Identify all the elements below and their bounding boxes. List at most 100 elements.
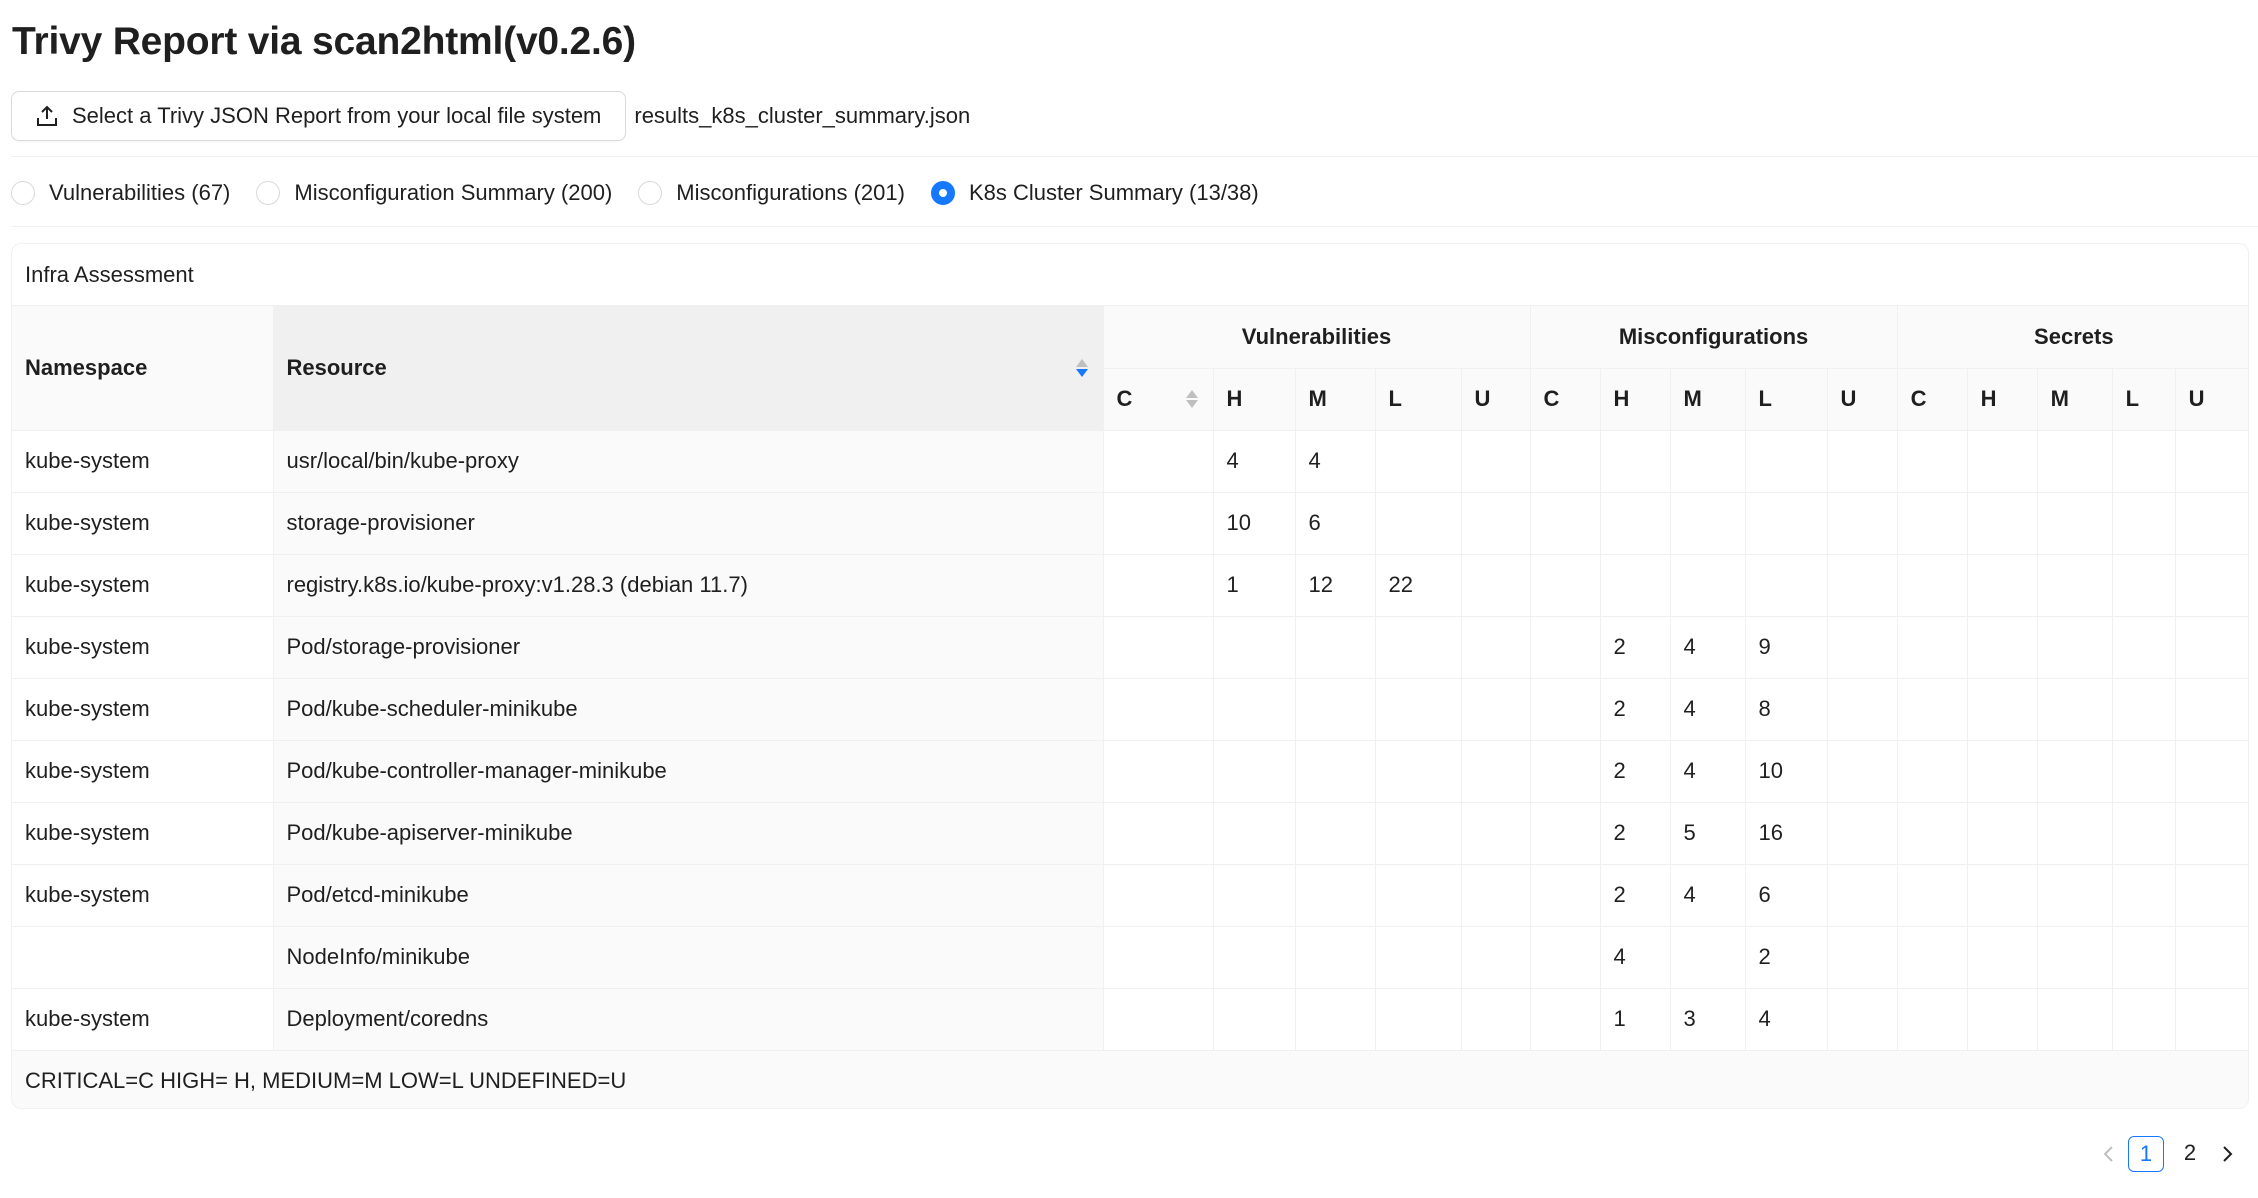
cell-count [1295, 988, 1376, 1051]
column-header-severity: U [1827, 368, 1898, 431]
radio-button[interactable] [11, 181, 35, 205]
cell-count [1600, 554, 1671, 617]
cell-count [1827, 802, 1898, 865]
cell-count: 16 [1745, 802, 1828, 865]
tab-k8s-cluster-summary[interactable]: K8s Cluster Summary (13/38) [930, 180, 1259, 206]
tab-vulnerabilities[interactable]: Vulnerabilities (67) [11, 180, 230, 206]
cell-count [1103, 864, 1214, 927]
cell-count [1967, 802, 2038, 865]
cell-count: 1 [1600, 988, 1671, 1051]
cell-namespace: kube-system [12, 616, 274, 679]
cell-count [1827, 616, 1898, 679]
radio-button[interactable] [638, 181, 663, 205]
cell-count: 6 [1745, 864, 1828, 927]
column-header-severity[interactable]: C [1103, 368, 1214, 431]
cell-resource: NodeInfo/minikube [273, 926, 1104, 989]
cell-namespace: kube-system [12, 740, 274, 803]
cell-count: 4 [1213, 430, 1296, 493]
tab-misconfiguration-summary[interactable]: Misconfiguration Summary (200) [256, 180, 612, 206]
cell-resource: Pod/storage-provisioner [273, 616, 1104, 679]
cell-count [1213, 864, 1296, 927]
cell-count [1461, 492, 1531, 555]
cell-count [1745, 554, 1828, 617]
cell-count [1530, 616, 1601, 679]
cell-count [1461, 430, 1531, 493]
cell-count [2112, 678, 2176, 741]
column-header-severity: L [1375, 368, 1462, 431]
cell-count [1827, 492, 1898, 555]
cell-count [1103, 740, 1214, 803]
chevron-right-icon[interactable] [2212, 1136, 2242, 1172]
cell-count [2175, 740, 2248, 803]
tab-misconfigurations[interactable]: Misconfigurations (201) [638, 180, 905, 206]
cell-count [1213, 678, 1296, 741]
cell-count [1897, 430, 1968, 493]
cell-count: 4 [1670, 864, 1746, 927]
group-label: Vulnerabilities [1241, 323, 1392, 349]
column-group-misconfigurations: Misconfigurations [1530, 306, 1898, 369]
sort-icon[interactable] [1185, 390, 1198, 408]
cell-count [1461, 678, 1531, 741]
column-header-severity: H [1213, 368, 1296, 431]
cell-count [2112, 926, 2176, 989]
cell-count [1103, 430, 1214, 493]
cell-count [1461, 988, 1531, 1051]
cell-count [1295, 678, 1376, 741]
cell-count [2175, 988, 2248, 1051]
cell-count [1103, 554, 1214, 617]
cell-count: 4 [1670, 678, 1746, 741]
cell-count: 4 [1745, 988, 1828, 1051]
cell-namespace [12, 926, 274, 989]
sort-icon[interactable] [1075, 358, 1088, 377]
summary-table: Namespace Resource Vulnerabilities Misco… [12, 306, 2248, 1051]
table-row: kube-system Pod/storage-provisioner 2 4 9 [12, 616, 2248, 679]
group-label: Misconfigurations [1618, 323, 1809, 349]
column-header-resource[interactable]: Resource [273, 306, 1104, 431]
page-2-button[interactable]: 2 [2172, 1136, 2208, 1172]
cell-count: 3 [1670, 988, 1746, 1051]
cell-count: 12 [1295, 554, 1376, 617]
column-header-severity: U [1461, 368, 1531, 431]
cell-count [1375, 926, 1462, 989]
cell-count [1897, 678, 1968, 741]
page-1-button[interactable]: 1 [2128, 1136, 2164, 1172]
upload-icon [36, 105, 58, 127]
cell-count [1530, 492, 1601, 555]
cell-count [1461, 926, 1531, 989]
cell-count [1103, 678, 1214, 741]
cell-count [2175, 926, 2248, 989]
cell-count [1530, 926, 1601, 989]
cell-count [1897, 802, 1968, 865]
cell-count [1827, 864, 1898, 927]
table-row: kube-system Pod/kube-scheduler-minikube 2 4… [12, 678, 2248, 741]
select-report-button[interactable]: Select a Trivy JSON Report from your loc… [11, 91, 627, 141]
cell-count [1967, 864, 2038, 927]
cell-count [2112, 492, 2176, 555]
cell-count [1967, 678, 2038, 741]
cell-count: 2 [1600, 864, 1671, 927]
header-label: Resource [286, 354, 387, 380]
cell-count [2112, 616, 2176, 679]
cell-count [1213, 616, 1296, 679]
cell-count [1530, 554, 1601, 617]
cell-count [1530, 740, 1601, 803]
cell-count [1213, 988, 1296, 1051]
cell-resource: Pod/etcd-minikube [273, 864, 1104, 927]
cell-count [2037, 554, 2113, 617]
view-selector: Vulnerabilities (67) Misconfiguration Su… [11, 176, 1285, 210]
cell-count [1745, 430, 1828, 493]
radio-button-checked[interactable] [930, 181, 955, 205]
radio-button[interactable] [256, 181, 281, 205]
cell-count [1213, 802, 1296, 865]
cell-count [2037, 740, 2113, 803]
table-row: kube-system usr/local/bin/kube-proxy 4 4 [12, 430, 2248, 493]
selected-filename: results_k8s_cluster_summary.json [634, 103, 971, 128]
column-header-severity: C [1897, 368, 1968, 431]
column-header-severity: M [2037, 368, 2113, 431]
cell-resource: Pod/kube-scheduler-minikube [273, 678, 1104, 741]
cell-namespace: kube-system [12, 430, 274, 493]
divider [11, 156, 2258, 157]
cell-count [1530, 864, 1601, 927]
cell-count [1745, 492, 1828, 555]
chevron-left-icon[interactable] [2094, 1136, 2124, 1172]
